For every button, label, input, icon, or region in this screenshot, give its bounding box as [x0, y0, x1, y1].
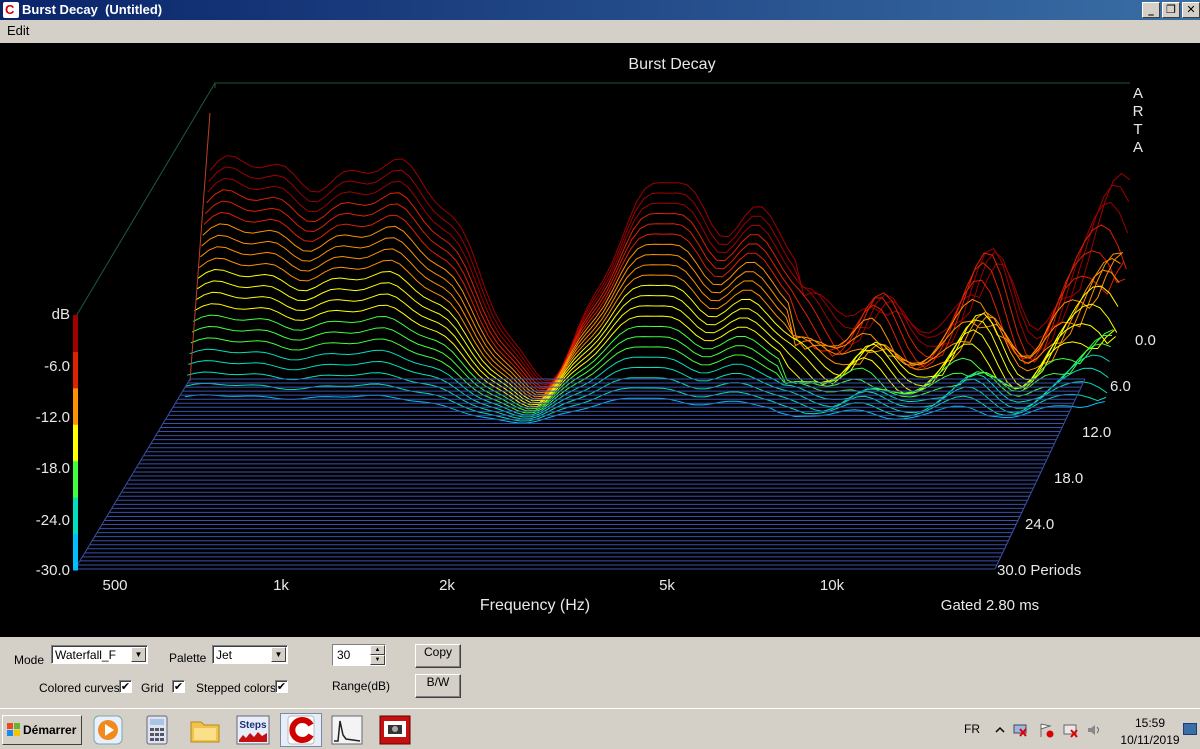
start-label: Démarrer: [23, 723, 77, 737]
period-tick-label: 0.0: [1135, 332, 1156, 349]
colorbar-step: [73, 533, 78, 571]
db-unit-label: dB: [52, 306, 70, 323]
vnc-app-icon[interactable]: [378, 713, 412, 747]
spin-down-icon[interactable]: ▼: [370, 655, 385, 665]
palette-select[interactable]: Jet ▼: [212, 645, 288, 664]
maximize-button[interactable]: ❐: [1162, 2, 1180, 18]
show-hidden-icons-icon[interactable]: [992, 722, 1008, 738]
arta-brand-a2: A: [1133, 139, 1143, 156]
db-tick-label: -30.0: [36, 562, 70, 579]
minimize-button[interactable]: _: [1142, 2, 1160, 18]
grid-label: Grid: [141, 681, 164, 695]
close-button[interactable]: ✕: [1182, 2, 1200, 18]
arta-brand-r: R: [1133, 103, 1144, 120]
decay-curve: [207, 177, 1129, 386]
period-tick-label: 18.0: [1054, 470, 1083, 487]
control-panel: Mode Waterfall_F ▼ Palette Jet ▼ 30 ▲ ▼ …: [0, 637, 1200, 707]
clock-time[interactable]: 15:59: [1130, 716, 1170, 730]
colorbar-step: [73, 460, 78, 498]
floor-lines: [74, 378, 1086, 570]
db-tick-label: -18.0: [36, 460, 70, 477]
arta-taskbar-icon[interactable]: [280, 713, 322, 747]
x-axis-label: Frequency (Hz): [480, 597, 590, 614]
db-tick-label: -24.0: [36, 512, 70, 529]
period-tick-label: 24.0: [1025, 516, 1054, 533]
decay-curve: [201, 234, 1122, 396]
decay-curve: [196, 280, 1118, 404]
gated-label: Gated 2.80 ms: [941, 597, 1039, 614]
steps-label: Steps: [239, 720, 267, 731]
range-value: 30: [337, 648, 351, 662]
windows-logo-icon: [7, 723, 21, 737]
start-button[interactable]: Démarrer: [2, 715, 82, 745]
db-tick-label: -12.0: [36, 409, 70, 426]
chevron-down-icon[interactable]: ▼: [271, 647, 286, 662]
calculator-icon[interactable]: [140, 713, 174, 747]
impulse-app-icon[interactable]: [330, 713, 364, 747]
folder-icon[interactable]: [188, 713, 222, 747]
chevron-down-icon[interactable]: ▼: [131, 647, 146, 662]
stepped-colors-label: Stepped colors: [196, 681, 277, 695]
decay-curve: [204, 200, 1126, 390]
period-tick-label: 6.0: [1110, 378, 1131, 395]
waterfall-plot-canvas: Burst Decay A R T A dB -6.0 -12.0 -18.0 …: [36, 56, 1156, 614]
colored-curves-label: Colored curves: [39, 681, 120, 695]
decay-curves: [184, 112, 1131, 424]
freq-tick-label: 10k: [820, 577, 845, 594]
decay-curve: [189, 348, 1110, 416]
plot-title: Burst Decay: [628, 56, 715, 73]
freq-tick-label: 1k: [273, 577, 289, 594]
volume-icon[interactable]: [1086, 722, 1102, 738]
db-colorbar: [73, 315, 78, 571]
freq-tick-label: 5k: [659, 577, 675, 594]
db-tick-label: -6.0: [44, 358, 70, 375]
stepped-colors-checkbox[interactable]: ✔: [275, 680, 288, 693]
action-center-icon[interactable]: [1038, 722, 1054, 738]
colorbar-step: [73, 351, 78, 389]
mode-label: Mode: [14, 653, 45, 667]
menu-bar: Edit: [0, 20, 1200, 42]
range-label: Range(dB): [332, 679, 391, 693]
decay-curve: [203, 211, 1125, 392]
burst-decay-plot: Burst Decay A R T A dB -6.0 -12.0 -18.0 …: [0, 43, 1200, 637]
mode-value: Waterfall_F: [55, 648, 116, 662]
arta-window: C Burst Decay (Untitled) _ ❐ ✕ Edit Burs…: [0, 0, 1200, 749]
colorbar-step: [73, 315, 78, 352]
arta-brand-a1: A: [1133, 85, 1143, 102]
network-error-icon[interactable]: [1062, 722, 1078, 738]
network-icon[interactable]: [1012, 722, 1028, 738]
system-tray: FR 15:59 10/11/2019: [950, 709, 1200, 749]
grid-checkbox[interactable]: ✔: [172, 680, 185, 693]
plot-frame: [74, 82, 1130, 319]
colorbar-step: [73, 387, 78, 425]
menu-edit[interactable]: Edit: [7, 23, 29, 38]
bw-button[interactable]: B/W: [415, 674, 461, 698]
steps-app-icon[interactable]: Steps: [236, 713, 270, 747]
spin-up-icon[interactable]: ▲: [370, 645, 385, 655]
media-player-icon[interactable]: [91, 713, 125, 747]
freq-tick-label: 2k: [439, 577, 455, 594]
period-tick-label: 30.0 Periods: [997, 562, 1081, 579]
copy-button[interactable]: Copy: [415, 644, 461, 668]
mode-select[interactable]: Waterfall_F ▼: [51, 645, 148, 664]
arta-brand-t: T: [1133, 121, 1142, 138]
period-tick-label: 12.0: [1082, 424, 1111, 441]
colorbar-step: [73, 497, 78, 535]
curve-wall: [189, 112, 211, 382]
title-bar: C Burst Decay (Untitled) _ ❐ ✕: [0, 0, 1200, 20]
freq-tick-label: 500: [102, 577, 127, 594]
show-desktop-button[interactable]: [1183, 723, 1197, 735]
frame-back-edge: [74, 82, 1130, 319]
taskbar: Démarrer Steps FR 15:59 10/11/2019: [0, 708, 1200, 749]
range-spinbox[interactable]: 30 ▲ ▼: [332, 644, 386, 666]
palette-label: Palette: [169, 651, 207, 665]
clock-date[interactable]: 10/11/2019: [1115, 733, 1185, 747]
colorbar-step: [73, 424, 78, 462]
palette-value: Jet: [216, 648, 233, 662]
colored-curves-checkbox[interactable]: ✔: [119, 680, 132, 693]
window-title: Burst Decay (Untitled): [22, 2, 163, 17]
arta-app-icon: C: [3, 2, 19, 18]
language-indicator[interactable]: FR: [964, 722, 980, 736]
